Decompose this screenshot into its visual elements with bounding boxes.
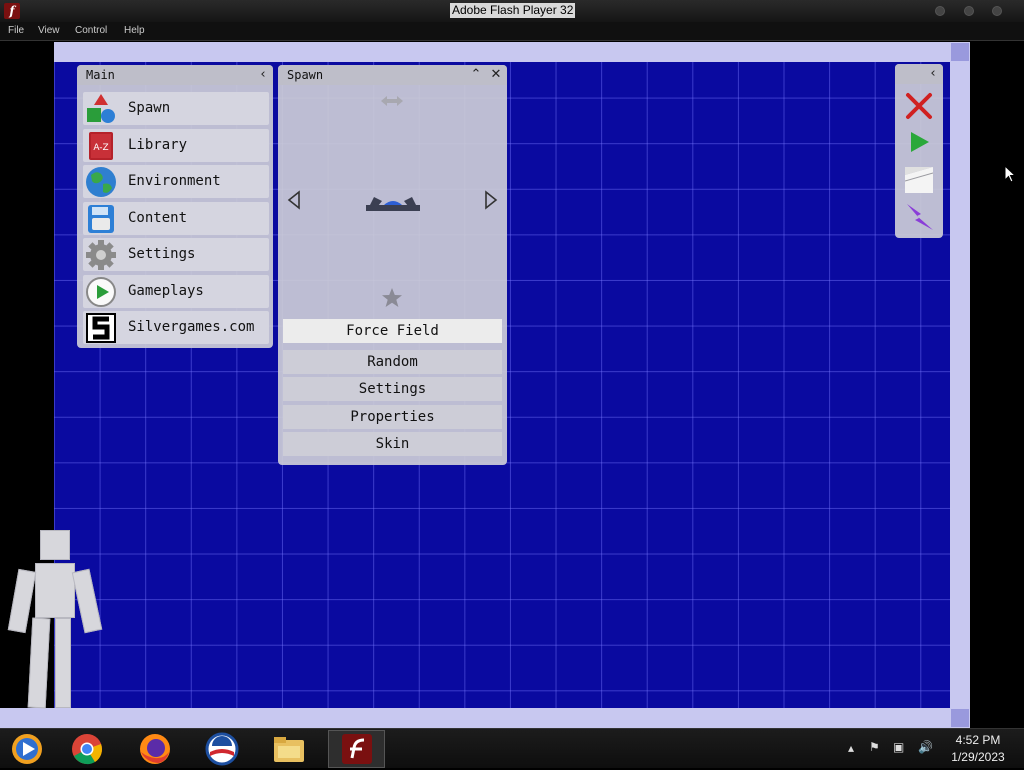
corner-block [951,43,969,61]
maximize-button[interactable] [964,6,974,16]
ragdoll-torso[interactable] [35,563,75,618]
properties-button[interactable]: Properties [283,405,502,429]
ragdoll-head[interactable] [40,530,70,560]
next-arrow-icon[interactable] [483,190,499,210]
mouse-cursor-icon [1004,164,1017,183]
menu-file[interactable]: File [8,25,24,36]
menu-bar: File View Control Help [0,22,1024,41]
svg-text:A-Z: A-Z [93,143,108,153]
main-item-spawn[interactable]: Spawn [83,92,269,125]
obama-logo-icon[interactable] [205,732,239,766]
main-item-label: Spawn [128,100,171,116]
main-panel-title: Main [86,68,115,82]
firefox-icon[interactable] [138,732,172,766]
menu-help[interactable]: Help [124,25,145,36]
main-item-label: Environment [128,173,221,189]
main-panel-header[interactable]: Main ‹ [77,65,273,85]
selected-object-name[interactable]: Force Field [283,319,502,343]
silvergames-logo-icon [85,312,117,344]
previous-arrow-icon[interactable] [286,190,302,210]
slope-icon[interactable] [904,165,934,195]
swap-arrows-icon[interactable] [380,93,404,107]
right-boundary [950,42,970,728]
play-circle-icon [85,276,117,308]
spawn-panel: Spawn ⌃ ✕ Force Field Random Settings Pr… [278,65,507,465]
flag-icon[interactable]: ⚑ [869,740,880,754]
network-icon[interactable]: ▣ [893,740,904,754]
minimize-chevron-icon[interactable]: ⌃ [468,67,484,83]
delete-x-icon[interactable] [905,92,933,120]
window-title: Adobe Flash Player 32 [450,3,576,18]
gear-icon [85,239,117,271]
menu-control[interactable]: Control [75,25,107,36]
collapse-chevron-icon[interactable]: ‹ [255,67,271,83]
main-item-gameplays[interactable]: Gameplays [83,275,269,308]
play-icon[interactable] [907,130,931,154]
taskbar: ▴ ⚑ ▣ 🔊 4:52 PM 1/29/2023 [0,728,1024,768]
main-item-content[interactable]: Content [83,202,269,235]
bottom-boundary [0,708,970,728]
settings-button[interactable]: Settings [283,377,502,401]
chrome-icon[interactable] [70,732,104,766]
menu-view[interactable]: View [38,25,60,36]
lightning-icon[interactable] [905,202,935,232]
main-item-library[interactable]: A-Z Library [83,129,269,162]
flash-player-icon[interactable] [340,732,374,766]
title-bar: f Adobe Flash Player 32 [0,0,1024,22]
flash-app-icon: f [4,3,20,19]
ragdoll-right-leg[interactable] [55,618,71,708]
clock-time[interactable]: 4:52 PM [930,733,1024,747]
tool-panel: ‹ [895,64,943,238]
main-item-environment[interactable]: Environment [83,165,269,198]
favorite-star-icon[interactable] [381,287,403,309]
shapes-icon [85,93,117,125]
file-explorer-icon[interactable] [272,732,306,766]
main-item-label: Library [128,137,188,153]
main-item-label: Settings [128,246,196,262]
close-icon[interactable]: ✕ [488,67,504,83]
globe-icon [85,166,117,198]
top-boundary [54,42,970,62]
main-item-label: Content [128,210,188,226]
main-item-settings[interactable]: Settings [83,238,269,271]
main-item-label: Gameplays [128,283,204,299]
spawn-panel-header[interactable]: Spawn ⌃ ✕ [278,65,507,85]
close-button[interactable] [992,6,1002,16]
random-button[interactable]: Random [283,350,502,374]
windows-media-icon[interactable] [10,732,44,766]
main-item-label: Silvergames.com [128,319,255,335]
show-hidden-icons-icon[interactable]: ▴ [848,741,854,755]
force-field-preview[interactable] [364,187,422,213]
book-icon: A-Z [85,130,117,162]
spawn-panel-title: Spawn [287,68,324,82]
tool-panel-header[interactable]: ‹ [895,64,943,84]
corner-block [951,709,969,727]
minimize-button[interactable] [935,6,945,16]
collapse-chevron-icon[interactable]: ‹ [925,66,941,82]
floppy-disk-icon [85,203,117,235]
skin-button[interactable]: Skin [283,432,502,456]
main-panel: Main ‹ Spawn A-Z Library Environment Con… [77,65,273,348]
clock-date[interactable]: 1/29/2023 [930,750,1024,764]
main-item-silvergames[interactable]: Silvergames.com [83,311,269,344]
